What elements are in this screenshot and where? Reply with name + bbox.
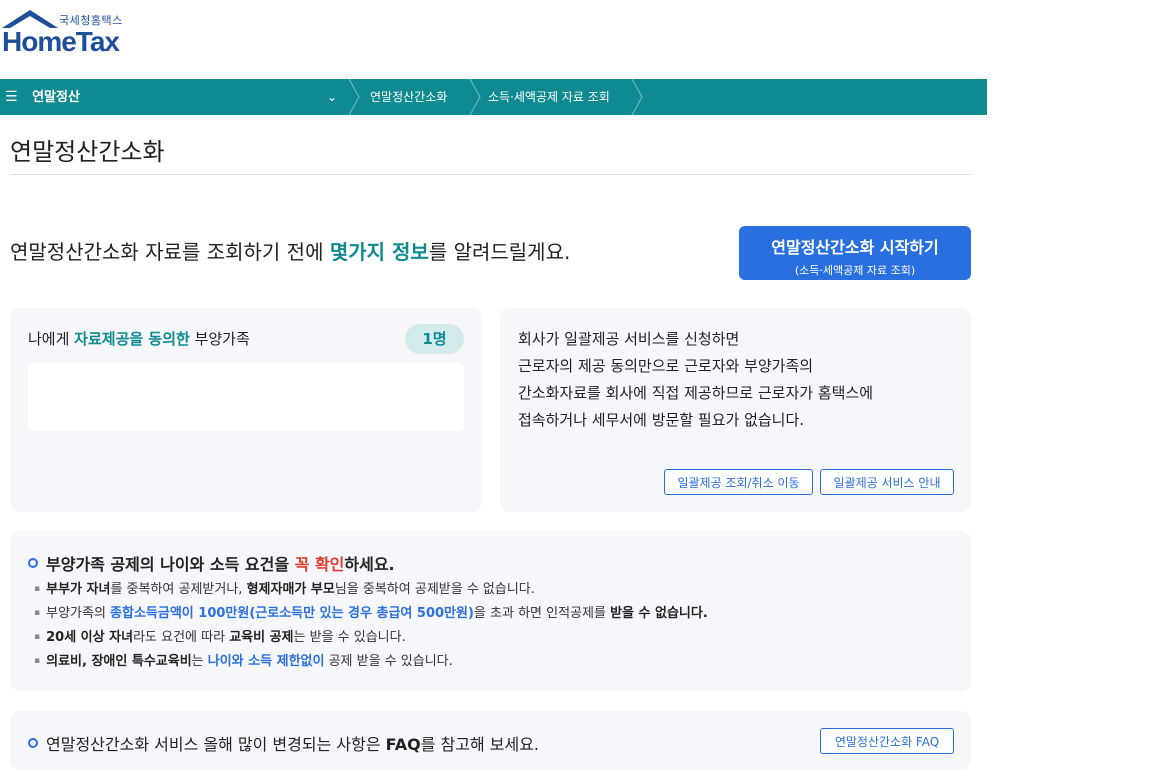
notice-item: ▪ 부양가족의 종합소득금액이 100만원(근로소득만 있는 경우 총급여 500… — [34, 601, 708, 625]
notice-text: 을 초과 하면 인적공제를 — [473, 606, 611, 621]
notice-bold: 형제자매가 부모 — [246, 582, 335, 597]
notice-text: 부양가족의 — [46, 606, 111, 621]
notice-text: 는 — [191, 654, 208, 669]
square-bullet-icon: ▪ — [34, 656, 41, 666]
bulk-lookup-cancel-button[interactable]: 일괄제공 조회/취소 이동 — [664, 469, 813, 495]
notice-item: ▪ 부부가 자녀를 중복하여 공제받거나, 형제자매가 부모님을 중복하여 공제받… — [34, 577, 708, 601]
breadcrumb-separator — [348, 79, 360, 115]
square-bullet-icon: ▪ — [34, 632, 41, 642]
notice-text: 님을 중복하여 공제받을 수 없습니다. — [334, 582, 535, 597]
intro-text-after: 를 알려드릴게요. — [428, 240, 571, 264]
description-line: 근로자의 제공 동의만으로 근로자와 부양가족의 — [518, 357, 814, 375]
description-line: 회사가 일괄제공 서비스를 신청하면 — [518, 330, 740, 348]
notice-bold: 의료비, 장애인 특수교육비 — [46, 654, 192, 669]
description-line: 접속하거나 세무서에 방문할 필요가 없습니다. — [518, 411, 805, 429]
breadcrumb-item-simplified[interactable]: 연말정산간소화 — [370, 79, 447, 115]
circle-bullet-icon — [28, 558, 38, 568]
faq-text: 연말정산간소화 서비스 올해 많이 변경되는 사항은 FAQ를 참고해 보세요. — [28, 731, 539, 755]
dependents-list-box — [28, 363, 464, 431]
hamburger-icon: ☰ — [5, 89, 18, 105]
consent-label-after: 부양가족 — [189, 330, 250, 348]
square-bullet-icon: ▪ — [34, 608, 41, 618]
intro-text: 연말정산간소화 자료를 조회하기 전에 몇가지 정보를 알려드릴게요. — [10, 236, 570, 265]
page-title: 연말정산간소화 — [10, 138, 165, 166]
faq-text-after: 를 참고해 보세요. — [420, 735, 540, 754]
breadcrumb-separator — [631, 79, 643, 115]
notice-list: ▪ 부부가 자녀를 중복하여 공제받거나, 형제자매가 부모님을 중복하여 공제받… — [34, 577, 708, 673]
notice-text: 를 중복하여 공제받거나, — [110, 582, 247, 597]
notice-blue: 종합소득금액이 100만원(근로소득만 있는 경우 총급여 500만원) — [110, 606, 474, 621]
navigation-bar: ☰ 연말정산 ⌄ 연말정산간소화 소득·세액공제 자료 조회 — [0, 79, 987, 115]
breadcrumb-item-deduction-lookup[interactable]: 소득·세액공제 자료 조회 — [488, 79, 610, 115]
logo-english-text: HomeTax — [2, 26, 120, 57]
description-line: 간소화자료를 회사에 직접 제공하므로 근로자가 홈택스에 — [518, 384, 874, 402]
notice-item: ▪ 의료비, 장애인 특수교육비는 나이와 소득 제한없이 공제 받을 수 있습니… — [34, 649, 708, 673]
square-bullet-icon: ▪ — [34, 584, 41, 594]
circle-bullet-icon — [28, 738, 38, 748]
notice-bold: 부부가 자녀 — [46, 582, 111, 597]
start-simplified-button[interactable]: 연말정산간소화 시작하기 (소득·세액공제 자료 조회) — [739, 226, 971, 280]
faq-box: 연말정산간소화 서비스 올해 많이 변경되는 사항은 FAQ를 참고해 보세요.… — [10, 711, 971, 770]
consent-label: 나에게 자료제공을 동의한 부양가족 — [28, 328, 250, 349]
notice-bold: 20세 이상 자녀 — [46, 630, 134, 645]
title-divider — [10, 174, 971, 175]
dependent-count-badge: 1명 — [405, 324, 464, 354]
notice-item: ▪ 20세 이상 자녀라도 요건에 따라 교육비 공제는 받을 수 있습니다. — [34, 625, 708, 649]
faq-button[interactable]: 연말정산간소화 FAQ — [820, 728, 954, 754]
notice-blue: 나이와 소득 제한없이 — [207, 654, 325, 669]
faq-text-bold: FAQ — [385, 735, 421, 754]
bulk-service-guide-button[interactable]: 일괄제공 서비스 안내 — [820, 469, 954, 495]
notice-text: 공제 받을 수 있습니다. — [324, 654, 453, 669]
faq-text-before: 연말정산간소화 서비스 올해 많이 변경되는 사항은 — [46, 735, 386, 754]
consent-label-highlight: 자료제공을 동의한 — [74, 330, 190, 348]
intro-highlight: 몇가지 정보 — [329, 240, 429, 264]
consent-dependents-card: 나에게 자료제공을 동의한 부양가족 1명 — [10, 308, 482, 512]
menu-button[interactable]: ☰ 연말정산 — [5, 79, 80, 115]
notice-bold: 교육비 공제 — [229, 630, 294, 645]
hometax-logo[interactable]: 국세청홈택스 HomeTax — [0, 8, 140, 57]
menu-label: 연말정산 — [32, 90, 80, 105]
notice-heading-before: 부양가족 공제의 나이와 소득 요건을 — [46, 555, 295, 574]
notice-bold: 받을 수 없습니다. — [610, 606, 708, 621]
start-button-subtitle: (소득·세액공제 자료 조회) — [794, 264, 916, 277]
notice-heading: 부양가족 공제의 나이와 소득 요건을 꼭 확인하세요. — [28, 551, 395, 575]
notice-text: 라도 요건에 따라 — [133, 630, 230, 645]
chevron-down-icon[interactable]: ⌄ — [327, 79, 337, 115]
company-bulk-provision-card: 회사가 일괄제공 서비스를 신청하면 근로자의 제공 동의만으로 근로자와 부양… — [500, 308, 971, 512]
dependent-requirements-notice: 부양가족 공제의 나이와 소득 요건을 꼭 확인하세요. ▪ 부부가 자녀를 중복… — [10, 531, 971, 691]
notice-heading-after: 하세요. — [344, 555, 395, 574]
notice-text: 는 받을 수 있습니다. — [293, 630, 406, 645]
consent-label-before: 나에게 — [28, 330, 75, 348]
intro-text-before: 연말정산간소화 자료를 조회하기 전에 — [10, 240, 330, 264]
bulk-provision-description: 회사가 일괄제공 서비스를 신청하면 근로자의 제공 동의만으로 근로자와 부양… — [518, 326, 873, 434]
start-button-title: 연말정산간소화 시작하기 — [771, 238, 939, 257]
breadcrumb-separator — [469, 79, 481, 115]
notice-heading-red: 꼭 확인 — [294, 555, 345, 574]
